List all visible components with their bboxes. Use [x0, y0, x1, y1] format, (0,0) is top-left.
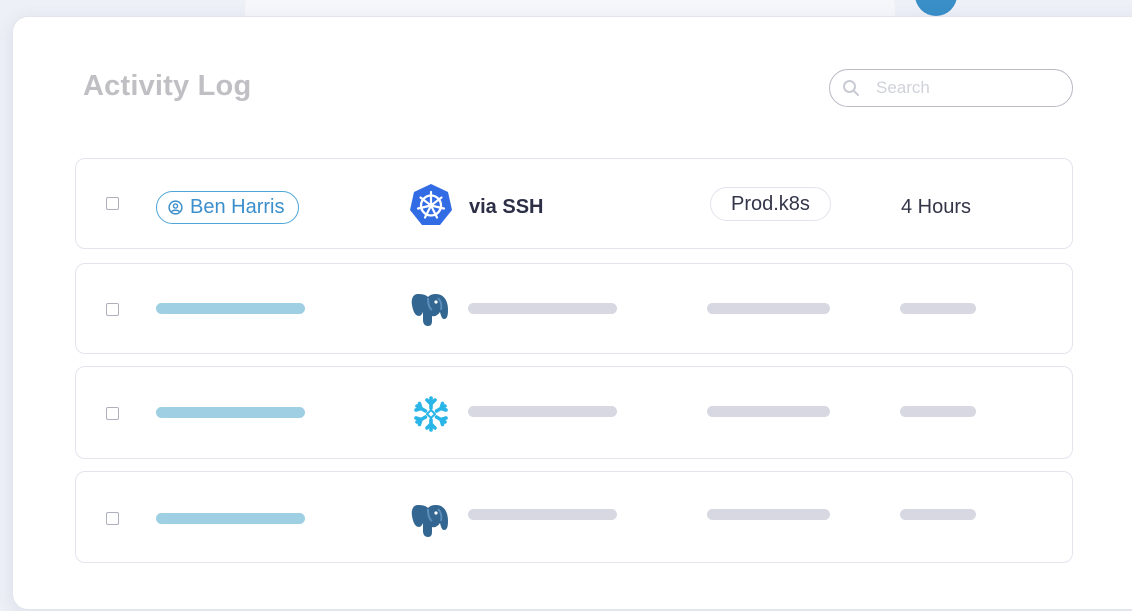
search-icon — [843, 80, 859, 96]
postgresql-icon — [411, 294, 448, 326]
user-badge[interactable]: Ben Harris — [156, 191, 300, 224]
page-title: Activity Log — [83, 70, 252, 102]
row-checkbox[interactable] — [106, 303, 119, 316]
connection-method: via SSH — [469, 196, 544, 218]
user-name: Ben Harris — [190, 196, 285, 218]
user-placeholder-bar — [156, 407, 305, 418]
time-placeholder-bar — [900, 509, 976, 520]
postgresql-icon — [411, 505, 448, 537]
table-row[interactable] — [75, 263, 1073, 354]
table-row[interactable] — [75, 471, 1073, 563]
kubernetes-icon — [410, 184, 452, 225]
resource-placeholder-bar — [707, 509, 830, 520]
service-placeholder-bar — [468, 509, 617, 520]
service-placeholder-bar — [468, 303, 617, 314]
search-input[interactable] — [874, 77, 1058, 99]
resource-badge[interactable]: Prod.k8s — [710, 187, 831, 221]
resource-placeholder-bar — [707, 406, 830, 417]
search-box[interactable] — [829, 69, 1073, 107]
user-icon — [168, 200, 183, 215]
row-checkbox[interactable] — [106, 407, 119, 420]
row-checkbox[interactable] — [106, 512, 119, 525]
user-placeholder-bar — [156, 303, 305, 314]
service-placeholder-bar — [468, 406, 617, 417]
time-placeholder-bar — [900, 303, 976, 314]
resource-placeholder-bar — [707, 303, 830, 314]
time-placeholder-bar — [900, 406, 976, 417]
table-row[interactable]: Ben Harris via SSH Prod.k8s 4 Hours — [75, 158, 1073, 249]
row-checkbox[interactable] — [106, 197, 119, 210]
user-placeholder-bar — [156, 513, 305, 524]
snowflake-icon — [414, 396, 448, 432]
time-ago: 4 Hours — [901, 196, 972, 218]
notification-dot — [915, 0, 957, 16]
table-row[interactable] — [75, 366, 1073, 459]
